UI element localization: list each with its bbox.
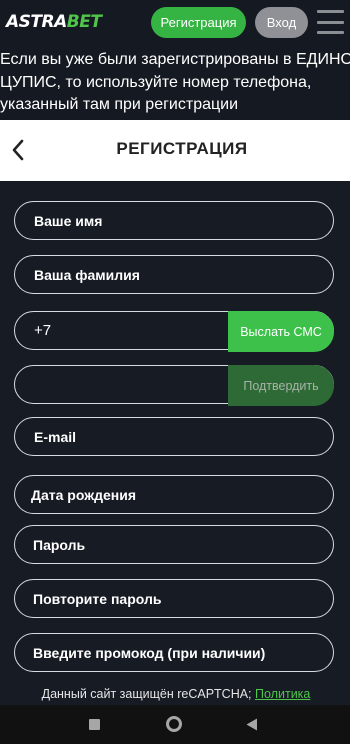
phone-prefix: +7 <box>34 322 52 339</box>
login-button[interactable]: Вход <box>255 7 308 38</box>
recent-apps-icon[interactable] <box>89 719 100 730</box>
repeat-password-placeholder: Повторите пароль <box>33 590 162 607</box>
registration-header: РЕГИСТРАЦИЯ <box>0 120 350 181</box>
notice-line-1: Если вы уже были зарегистрированы в ЕДИН… <box>0 51 350 68</box>
privacy-policy-link[interactable]: Политика <box>255 687 310 701</box>
send-sms-button[interactable]: Выслать СМС <box>228 311 334 352</box>
android-navigation-bar <box>0 705 350 744</box>
phone-field[interactable]: +7 Выслать СМС <box>14 311 334 352</box>
back-triangle-icon[interactable] <box>246 718 258 731</box>
first-name-placeholder: Ваше имя <box>34 212 103 229</box>
first-name-field[interactable]: Ваше имя <box>14 201 334 240</box>
last-name-placeholder: Ваша фамилия <box>34 266 140 283</box>
email-field[interactable]: E-mail <box>14 417 334 456</box>
promo-code-field[interactable]: Введите промокод (при наличии) <box>14 633 334 672</box>
hamburger-menu-icon[interactable] <box>317 10 344 34</box>
recaptcha-notice: Данный сайт защищён reCAPTCHA; Политика <box>0 687 350 701</box>
birth-date-placeholder: Дата рождения <box>31 486 137 503</box>
birth-date-field[interactable]: Дата рождения <box>14 475 334 514</box>
astrabet-logo[interactable]: ASTRABET <box>6 12 102 32</box>
notice-line-2: ЦУПИС, то используйте номер телефона, <box>0 73 312 91</box>
confirm-code-button[interactable]: Подтвердить <box>228 365 334 406</box>
password-placeholder: Пароль <box>33 536 86 553</box>
cupis-notice: Если вы уже были зарегистрированы в ЕДИН… <box>0 46 350 120</box>
promo-code-placeholder: Введите промокод (при наличии) <box>33 644 266 661</box>
password-field[interactable]: Пароль <box>14 525 334 564</box>
home-icon[interactable] <box>166 716 182 732</box>
repeat-password-field[interactable]: Повторите пароль <box>14 579 334 618</box>
email-placeholder: E-mail <box>34 428 77 445</box>
recaptcha-text: Данный сайт защищён reCAPTCHA; <box>41 687 252 701</box>
sms-code-field[interactable]: Подтвердить <box>14 365 334 406</box>
notice-line-3: указанный там при регистрации <box>0 96 239 113</box>
last-name-field[interactable]: Ваша фамилия <box>14 255 334 294</box>
register-button[interactable]: Регистрация <box>151 7 246 38</box>
page-title: РЕГИСТРАЦИЯ <box>116 139 248 158</box>
top-bar: ASTRABET Регистрация Вход <box>0 0 350 46</box>
